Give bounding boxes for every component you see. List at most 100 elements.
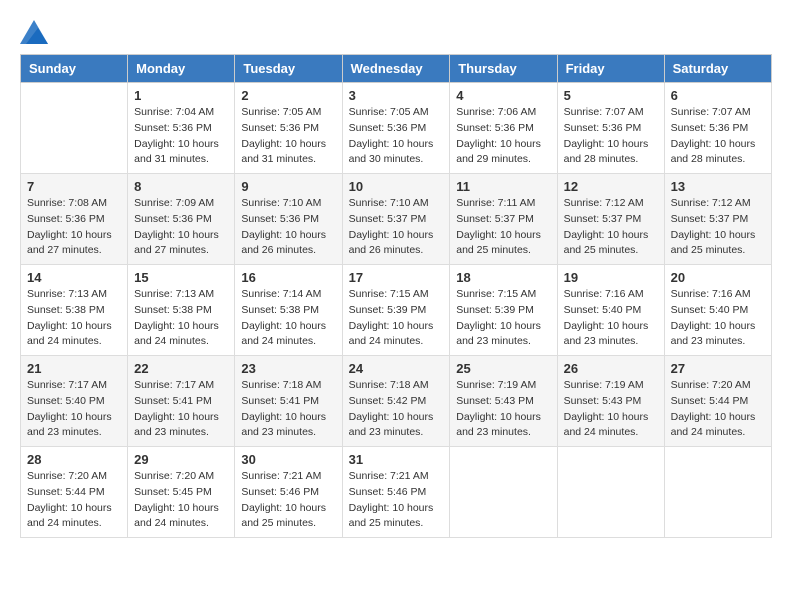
day-info: Sunrise: 7:13 AMSunset: 5:38 PMDaylight:… bbox=[134, 287, 228, 350]
day-number: 27 bbox=[671, 361, 765, 376]
calendar-week-row-4: 28Sunrise: 7:20 AMSunset: 5:44 PMDayligh… bbox=[21, 447, 772, 538]
logo-icon bbox=[20, 20, 48, 44]
calendar-cell: 24Sunrise: 7:18 AMSunset: 5:42 PMDayligh… bbox=[342, 356, 450, 447]
day-number: 20 bbox=[671, 270, 765, 285]
day-number: 19 bbox=[564, 270, 658, 285]
calendar-cell: 8Sunrise: 7:09 AMSunset: 5:36 PMDaylight… bbox=[128, 174, 235, 265]
day-number: 14 bbox=[27, 270, 121, 285]
calendar-cell: 26 Sunrise: 7:19 AMSunset: 5:43 PMDayligh… bbox=[557, 356, 664, 447]
day-info: Sunrise: 7:08 AMSunset: 5:36 PMDaylight:… bbox=[27, 196, 121, 259]
day-info: Sunrise: 7:16 AMSunset: 5:40 PMDaylight:… bbox=[671, 287, 765, 350]
day-info: Sunrise: 7:10 AMSunset: 5:36 PMDaylight:… bbox=[241, 196, 335, 259]
day-info: Sunrise: 7:20 AMSunset: 5:45 PMDaylight:… bbox=[134, 469, 228, 532]
day-number: 25 bbox=[456, 361, 550, 376]
day-info: Sunrise: 7:05 AMSunset: 5:36 PMDaylight:… bbox=[241, 105, 335, 168]
day-number: 9 bbox=[241, 179, 335, 194]
day-number: 13 bbox=[671, 179, 765, 194]
day-number: 1 bbox=[134, 88, 228, 103]
calendar-cell: 10 Sunrise: 7:10 AMSunset: 5:37 PMDayligh… bbox=[342, 174, 450, 265]
day-number: 5 bbox=[564, 88, 658, 103]
day-info: Sunrise: 7:17 AMSunset: 5:40 PMDaylight:… bbox=[27, 378, 121, 441]
day-info: Sunrise: 7:15 AMSunset: 5:39 PMDaylight:… bbox=[456, 287, 550, 350]
day-number: 16 bbox=[241, 270, 335, 285]
day-info: Sunrise: 7:06 AMSunset: 5:36 PMDaylight:… bbox=[456, 105, 550, 168]
day-number: 22 bbox=[134, 361, 228, 376]
day-number: 31 bbox=[349, 452, 444, 467]
day-info: Sunrise: 7:13 AMSunset: 5:38 PMDaylight:… bbox=[27, 287, 121, 350]
calendar-cell: 21 Sunrise: 7:17 AMSunset: 5:40 PMDayligh… bbox=[21, 356, 128, 447]
day-number: 7 bbox=[27, 179, 121, 194]
calendar-cell bbox=[21, 83, 128, 174]
calendar-cell: 25 Sunrise: 7:19 AMSunset: 5:43 PMDayligh… bbox=[450, 356, 557, 447]
day-info: Sunrise: 7:20 AMSunset: 5:44 PMDaylight:… bbox=[671, 378, 765, 441]
day-info: Sunrise: 7:07 AMSunset: 5:36 PMDaylight:… bbox=[671, 105, 765, 168]
calendar-week-row-3: 21 Sunrise: 7:17 AMSunset: 5:40 PMDayligh… bbox=[21, 356, 772, 447]
day-number: 17 bbox=[349, 270, 444, 285]
calendar-cell bbox=[450, 447, 557, 538]
day-info: Sunrise: 7:07 AMSunset: 5:36 PMDaylight:… bbox=[564, 105, 658, 168]
day-number: 2 bbox=[241, 88, 335, 103]
calendar-cell: 23 Sunrise: 7:18 AMSunset: 5:41 PMDayligh… bbox=[235, 356, 342, 447]
calendar-cell: 18Sunrise: 7:15 AMSunset: 5:39 PMDayligh… bbox=[450, 265, 557, 356]
day-number: 26 bbox=[564, 361, 658, 376]
calendar-header-tuesday: Tuesday bbox=[235, 55, 342, 83]
day-number: 23 bbox=[241, 361, 335, 376]
calendar-cell: 20 Sunrise: 7:16 AMSunset: 5:40 PMDayligh… bbox=[664, 265, 771, 356]
logo bbox=[20, 20, 52, 44]
calendar-cell: 22 Sunrise: 7:17 AMSunset: 5:41 PMDayligh… bbox=[128, 356, 235, 447]
day-number: 6 bbox=[671, 88, 765, 103]
calendar-cell: 13 Sunrise: 7:12 AMSunset: 5:37 PMDayligh… bbox=[664, 174, 771, 265]
day-number: 11 bbox=[456, 179, 550, 194]
day-number: 15 bbox=[134, 270, 228, 285]
calendar-cell: 31 Sunrise: 7:21 AMSunset: 5:46 PMDayligh… bbox=[342, 447, 450, 538]
calendar-cell: 6 Sunrise: 7:07 AMSunset: 5:36 PMDaylight… bbox=[664, 83, 771, 174]
day-info: Sunrise: 7:04 AMSunset: 5:36 PMDaylight:… bbox=[134, 105, 228, 168]
day-number: 8 bbox=[134, 179, 228, 194]
day-info: Sunrise: 7:18 AMSunset: 5:41 PMDaylight:… bbox=[241, 378, 335, 441]
calendar-header-thursday: Thursday bbox=[450, 55, 557, 83]
day-info: Sunrise: 7:12 AMSunset: 5:37 PMDaylight:… bbox=[671, 196, 765, 259]
calendar-cell bbox=[664, 447, 771, 538]
calendar-cell: 17 Sunrise: 7:15 AMSunset: 5:39 PMDayligh… bbox=[342, 265, 450, 356]
calendar-cell: 5 Sunrise: 7:07 AMSunset: 5:36 PMDaylight… bbox=[557, 83, 664, 174]
day-info: Sunrise: 7:10 AMSunset: 5:37 PMDaylight:… bbox=[349, 196, 444, 259]
calendar-header-wednesday: Wednesday bbox=[342, 55, 450, 83]
day-info: Sunrise: 7:05 AMSunset: 5:36 PMDaylight:… bbox=[349, 105, 444, 168]
calendar-cell: 7 Sunrise: 7:08 AMSunset: 5:36 PMDaylight… bbox=[21, 174, 128, 265]
day-number: 24 bbox=[349, 361, 444, 376]
day-number: 21 bbox=[27, 361, 121, 376]
day-info: Sunrise: 7:21 AMSunset: 5:46 PMDaylight:… bbox=[241, 469, 335, 532]
day-number: 12 bbox=[564, 179, 658, 194]
calendar-header-monday: Monday bbox=[128, 55, 235, 83]
calendar-header-saturday: Saturday bbox=[664, 55, 771, 83]
day-info: Sunrise: 7:19 AMSunset: 5:43 PMDaylight:… bbox=[564, 378, 658, 441]
day-number: 3 bbox=[349, 88, 444, 103]
calendar-header-sunday: Sunday bbox=[21, 55, 128, 83]
calendar-cell: 15 Sunrise: 7:13 AMSunset: 5:38 PMDayligh… bbox=[128, 265, 235, 356]
calendar-cell: 9 Sunrise: 7:10 AMSunset: 5:36 PMDaylight… bbox=[235, 174, 342, 265]
calendar-cell: 28Sunrise: 7:20 AMSunset: 5:44 PMDayligh… bbox=[21, 447, 128, 538]
calendar-header-row: SundayMondayTuesdayWednesdayThursdayFrid… bbox=[21, 55, 772, 83]
calendar-cell: 14 Sunrise: 7:13 AMSunset: 5:38 PMDayligh… bbox=[21, 265, 128, 356]
calendar-cell: 11 Sunrise: 7:11 AMSunset: 5:37 PMDayligh… bbox=[450, 174, 557, 265]
day-info: Sunrise: 7:16 AMSunset: 5:40 PMDaylight:… bbox=[564, 287, 658, 350]
calendar-cell bbox=[557, 447, 664, 538]
calendar-cell: 19 Sunrise: 7:16 AMSunset: 5:40 PMDayligh… bbox=[557, 265, 664, 356]
day-number: 10 bbox=[349, 179, 444, 194]
calendar-cell: 4 Sunrise: 7:06 AMSunset: 5:36 PMDaylight… bbox=[450, 83, 557, 174]
calendar-week-row-2: 14 Sunrise: 7:13 AMSunset: 5:38 PMDayligh… bbox=[21, 265, 772, 356]
day-info: Sunrise: 7:20 AMSunset: 5:44 PMDaylight:… bbox=[27, 469, 121, 532]
day-info: Sunrise: 7:11 AMSunset: 5:37 PMDaylight:… bbox=[456, 196, 550, 259]
day-info: Sunrise: 7:19 AMSunset: 5:43 PMDaylight:… bbox=[456, 378, 550, 441]
day-info: Sunrise: 7:21 AMSunset: 5:46 PMDaylight:… bbox=[349, 469, 444, 532]
calendar-week-row-1: 7 Sunrise: 7:08 AMSunset: 5:36 PMDaylight… bbox=[21, 174, 772, 265]
day-info: Sunrise: 7:17 AMSunset: 5:41 PMDaylight:… bbox=[134, 378, 228, 441]
day-info: Sunrise: 7:15 AMSunset: 5:39 PMDaylight:… bbox=[349, 287, 444, 350]
day-number: 30 bbox=[241, 452, 335, 467]
calendar: SundayMondayTuesdayWednesdayThursdayFrid… bbox=[20, 54, 772, 538]
calendar-cell: 1 Sunrise: 7:04 AMSunset: 5:36 PMDaylight… bbox=[128, 83, 235, 174]
calendar-week-row-0: 1 Sunrise: 7:04 AMSunset: 5:36 PMDaylight… bbox=[21, 83, 772, 174]
calendar-cell: 3 Sunrise: 7:05 AMSunset: 5:36 PMDaylight… bbox=[342, 83, 450, 174]
calendar-cell: 30 Sunrise: 7:21 AMSunset: 5:46 PMDayligh… bbox=[235, 447, 342, 538]
day-number: 4 bbox=[456, 88, 550, 103]
